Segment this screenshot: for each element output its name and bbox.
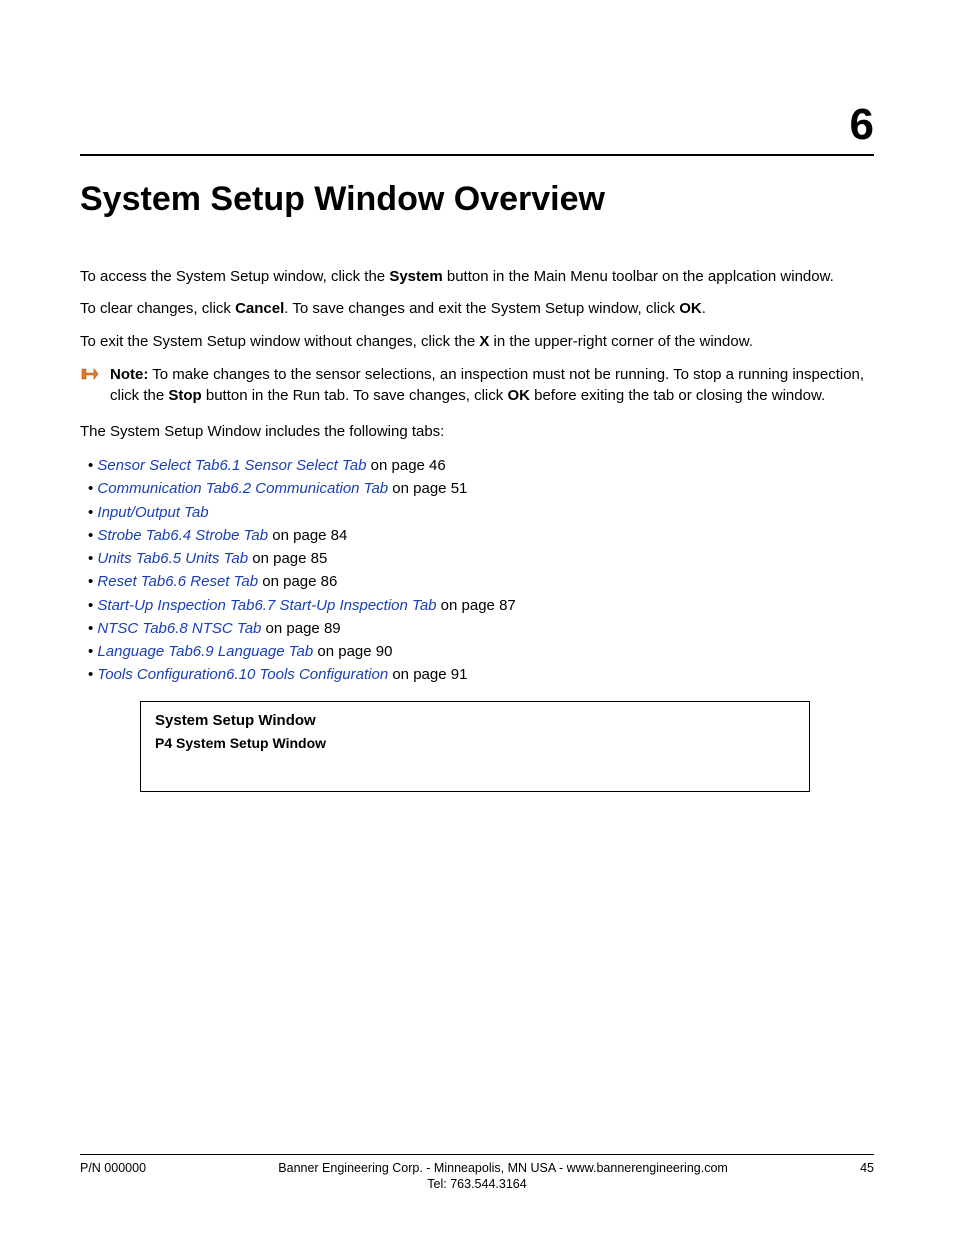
link-reset[interactable]: Reset Tab6.6 Reset Tab [97,573,258,590]
link-strobe[interactable]: Strobe Tab6.4 Strobe Tab [97,527,268,544]
figure-box: System Setup Window P4 System Setup Wind… [140,701,810,792]
text: in the upper-right corner of the window. [489,333,752,350]
link-sensor-select[interactable]: Sensor Select Tab6.1 Sensor Select Tab [97,457,366,474]
text: button in the Run tab. To save changes, … [202,387,508,404]
figure-title: System Setup Window [155,712,795,729]
page-footer: P/N 000000 Banner Engineering Corp. - Mi… [80,1154,874,1191]
note-block: Note: To make changes to the sensor sele… [80,364,874,406]
text: button in the Main Menu toolbar on the a… [443,268,834,285]
list-item: Units Tab6.5 Units Tab on page 85 [80,547,874,570]
link-language[interactable]: Language Tab6.9 Language Tab [97,643,313,660]
text: on page 87 [437,597,516,614]
text: To exit the System Setup window without … [80,333,479,350]
note-text: Note: To make changes to the sensor sele… [110,364,874,406]
link-input-output[interactable]: Input/Output Tab [97,504,208,521]
x-label: X [479,333,489,350]
text: To access the System Setup window, click… [80,268,389,285]
paragraph-tabs-intro: The System Setup Window includes the fol… [80,422,874,442]
chapter-number: 6 [80,100,874,150]
link-units[interactable]: Units Tab6.5 Units Tab [97,550,248,567]
footer-rule [80,1154,874,1155]
list-item: Reset Tab6.6 Reset Tab on page 86 [80,570,874,593]
system-label: System [389,268,442,285]
list-item: Input/Output Tab [80,501,874,524]
list-item: NTSC Tab6.8 NTSC Tab on page 89 [80,617,874,640]
paragraph-access: To access the System Setup window, click… [80,267,874,287]
note-icon [80,366,100,387]
text: on page 90 [313,643,392,660]
paragraph-exit: To exit the System Setup window without … [80,332,874,352]
figure-subtitle: P4 System Setup Window [155,735,795,751]
text: . [702,300,706,317]
footer-page-number: 45 [860,1161,874,1175]
cancel-label: Cancel [235,300,284,317]
text: on page 91 [388,666,467,683]
footer-tel: Tel: 763.544.3164 [80,1177,874,1191]
link-communication[interactable]: Communication Tab6.2 Communication Tab [97,480,388,497]
text: on page 51 [388,480,467,497]
list-item: Sensor Select Tab6.1 Sensor Select Tab o… [80,454,874,477]
list-item: Language Tab6.9 Language Tab on page 90 [80,640,874,663]
page-title: System Setup Window Overview [80,180,874,219]
link-startup-inspection[interactable]: Start-Up Inspection Tab6.7 Start-Up Insp… [97,597,436,614]
text: before exiting the tab or closing the wi… [530,387,825,404]
ok-label: OK [507,387,530,404]
text: on page 46 [366,457,445,474]
text: To clear changes, click [80,300,235,317]
list-item: Communication Tab6.2 Communication Tab o… [80,477,874,500]
text: on page 89 [261,620,340,637]
footer-company: Banner Engineering Corp. - Minneapolis, … [146,1161,860,1175]
list-item: Strobe Tab6.4 Strobe Tab on page 84 [80,524,874,547]
link-ntsc[interactable]: NTSC Tab6.8 NTSC Tab [97,620,261,637]
list-item: Start-Up Inspection Tab6.7 Start-Up Insp… [80,594,874,617]
stop-label: Stop [168,387,201,404]
list-item: Tools Configuration6.10 Tools Configurat… [80,663,874,686]
text: on page 84 [268,527,347,544]
chapter-rule [80,154,874,156]
tab-list: Sensor Select Tab6.1 Sensor Select Tab o… [80,454,874,687]
footer-part-number: P/N 000000 [80,1161,146,1175]
ok-label: OK [679,300,702,317]
paragraph-clear: To clear changes, click Cancel. To save … [80,299,874,319]
note-label: Note: [110,366,148,383]
text: . To save changes and exit the System Se… [284,300,679,317]
link-tools-configuration[interactable]: Tools Configuration6.10 Tools Configurat… [97,666,388,683]
text: on page 85 [248,550,327,567]
text: on page 86 [258,573,337,590]
